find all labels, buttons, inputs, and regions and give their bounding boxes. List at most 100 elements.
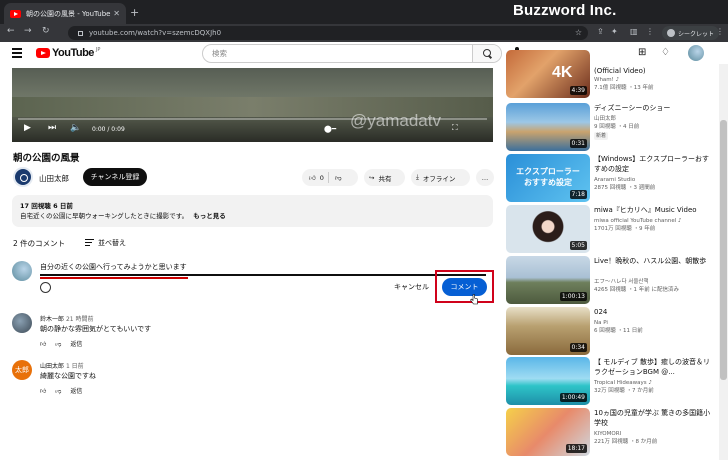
video-title[interactable]: (Official Video) (594, 66, 714, 76)
comment-time: 21 時間前 (65, 316, 94, 323)
channel-name[interactable]: miwa official YouTube channel ♪ (594, 217, 716, 225)
autoplay-toggle-icon[interactable]: ⬤━ (324, 125, 336, 133)
lock-icon (78, 30, 83, 36)
video-thumbnail[interactable]: 5:05 (506, 205, 590, 253)
recommended-video[interactable]: 5:05 miwa『ヒカリへ』Music Video miwa official… (506, 205, 716, 253)
search-box[interactable]: 検索 (202, 44, 502, 63)
browser-tab[interactable]: 朝の公園の風景 - YouTube ✕ (4, 3, 126, 24)
share-page-icon[interactable]: ⇪ (597, 27, 604, 36)
sort-button[interactable]: 並べ替え (85, 238, 126, 248)
thumbs-up-icon[interactable]: 👍︎ (40, 340, 46, 348)
thumbs-down-icon[interactable]: 👎︎ (55, 387, 61, 395)
video-thumbnail[interactable]: エクスプローラー おすすめ設定 7:18 (506, 154, 590, 202)
offline-button[interactable]: ⤓ オフライン (411, 169, 470, 186)
omnibox[interactable]: youtube.com/watch?v=szemcDQXJh0 ☆ (68, 26, 588, 40)
incognito-icon (667, 29, 675, 37)
recommended-video[interactable]: 0:34 024 Na Pi 6 回視聴 ・11 日前 (506, 307, 716, 355)
new-tab-button[interactable]: + (130, 6, 139, 19)
fullscreen-icon[interactable]: ⛶ (452, 123, 458, 133)
video-thumbnail[interactable]: 4K 4:39 (506, 50, 590, 98)
hamburger-menu-icon[interactable] (12, 48, 22, 60)
thumbs-up-icon[interactable]: 👍︎ (40, 387, 46, 395)
channel-name[interactable]: Wham! ♪ (594, 76, 716, 84)
video-thumbnail[interactable]: 0:31 (506, 103, 590, 151)
video-title[interactable]: Live！晩秋の、ハスル公園、朝散歩 (594, 256, 714, 266)
sort-icon (85, 238, 94, 248)
youtube-logo[interactable]: YouTube JP (36, 47, 100, 59)
extension-icon[interactable]: ✦ (611, 27, 618, 36)
incognito-indicator[interactable]: シークレット (662, 26, 720, 40)
channel-name[interactable]: 山田太郎 (594, 115, 716, 123)
my-avatar (12, 261, 32, 281)
channel-avatar[interactable] (13, 167, 33, 187)
forward-icon[interactable]: → (24, 26, 32, 36)
share-button[interactable]: ↪ 共有 (364, 169, 405, 186)
channel-name[interactable]: Tropical Hideaways ♪ (594, 379, 716, 387)
view-stats: 17 回視聴 6 日前 (20, 202, 73, 210)
search-input[interactable]: 検索 (203, 48, 472, 59)
next-icon[interactable]: ⏭ (48, 123, 56, 133)
browser-menu-icon[interactable]: ⋮ (716, 27, 724, 36)
recommended-video[interactable]: 0:31 ディズニーシーのショー 山田太郎 9 回視聴 ・4 日前 新着 (506, 103, 716, 151)
reload-icon[interactable]: ↻ (42, 26, 50, 36)
video-player[interactable]: ▶ ⏭ 🔈 0:00 / 0:09 ⬤━ ⛶ @yamadatv (12, 68, 493, 142)
comment-text: 朝の静かな雰囲気がとてもいいです (40, 325, 152, 333)
recommended-video[interactable]: 18:17 10ヵ国の児童が学ぶ 驚きの多国籍小学校 KIYOMORI 221万… (506, 408, 716, 456)
video-thumbnail[interactable]: 18:17 (506, 408, 590, 456)
like-count: 0 (319, 173, 324, 182)
more-actions-button[interactable]: … (476, 169, 494, 186)
subscribe-button[interactable]: チャンネル登録 (83, 168, 147, 186)
logo-region: JP (95, 47, 101, 53)
thumbs-down-icon[interactable]: 👎︎ (55, 340, 61, 348)
tab-close-icon[interactable]: ✕ (113, 9, 120, 18)
channel-name[interactable]: Ararami Studio (594, 176, 716, 184)
channel-name[interactable]: KIYOMORI (594, 430, 716, 438)
video-thumbnail[interactable]: 0:34 (506, 307, 590, 355)
duration-badge: 1:00:49 (559, 393, 587, 402)
annotation-underline (40, 277, 188, 279)
submit-comment-button[interactable]: コメント (442, 278, 487, 296)
scrollbar-thumb[interactable] (720, 120, 727, 380)
channel-name[interactable]: Na Pi (594, 319, 716, 327)
video-title[interactable]: 【 モルディブ 散歩】癒しの波音＆リラクゼーションBGM @... (594, 357, 714, 377)
video-title[interactable]: 10ヵ国の児童が学ぶ 驚きの多国籍小学校 (594, 408, 714, 428)
back-icon[interactable]: ← (7, 26, 15, 36)
video-title[interactable]: ディズニーシーのショー (594, 103, 714, 113)
comment-author[interactable]: 山田太郎 (40, 363, 64, 370)
dislike-button[interactable]: 👎︎ (329, 174, 348, 182)
description-box[interactable]: 17 回視聴 6 日前 自宅近くの公園に早朝ウォーキングしたときに撮影です。 も… (12, 195, 493, 227)
show-more-link[interactable]: もっと見る (193, 212, 226, 220)
emoji-icon[interactable] (40, 282, 51, 293)
recommended-video[interactable]: 4K 4:39 (Official Video) Wham! ♪ 7.1億 回視… (506, 50, 716, 98)
like-button[interactable]: 👍︎ 0 (302, 172, 329, 183)
video-title: 朝の公園の風景 (13, 153, 80, 164)
recommended-video[interactable]: 1:00:13 Live！晩秋の、ハスル公園、朝散歩 エフ〜ハレ다 서울산책 4… (506, 256, 716, 304)
side-panel-icon[interactable]: ▥ (630, 27, 638, 36)
video-title[interactable]: 【Windows】エクスプローラーおすすめの設定 (594, 154, 714, 174)
volume-icon[interactable]: 🔈 (70, 123, 81, 133)
comment-author[interactable]: 鈴木一郎 (40, 316, 64, 323)
duration-badge: 18:17 (565, 444, 587, 453)
commenter-avatar[interactable]: 太郎 (12, 360, 32, 380)
profile-menu-icon[interactable]: ⋮ (646, 27, 654, 36)
play-icon[interactable]: ▶ (24, 123, 31, 133)
reply-button[interactable]: 返信 (70, 339, 82, 348)
duration-badge: 0:34 (569, 343, 587, 352)
commenter-avatar[interactable] (12, 313, 32, 333)
video-thumbnail[interactable]: 1:00:49 (506, 357, 590, 405)
recommended-video[interactable]: エクスプローラー おすすめ設定 7:18 【Windows】エクスプローラーおす… (506, 154, 716, 202)
new-badge-row: 新着 (594, 132, 716, 140)
video-thumbnail[interactable]: 1:00:13 (506, 256, 590, 304)
sort-label: 並べ替え (98, 239, 126, 247)
search-button[interactable] (472, 45, 501, 62)
bookmark-star-icon[interactable]: ☆ (575, 28, 582, 37)
video-title[interactable]: miwa『ヒカリへ』Music Video (594, 205, 714, 215)
video-title[interactable]: 024 (594, 307, 714, 317)
youtube-play-icon (36, 48, 50, 58)
recommended-video[interactable]: 1:00:49 【 モルディブ 散歩】癒しの波音＆リラクゼーションBGM @..… (506, 357, 716, 405)
reply-button[interactable]: 返信 (70, 386, 82, 395)
channel-name[interactable]: エフ〜ハレ다 서울산책 (594, 278, 716, 286)
cancel-button[interactable]: キャンセル (394, 282, 429, 292)
comment-count: 2 件のコメント (13, 239, 66, 248)
channel-name[interactable]: 山田太郎 (39, 173, 69, 184)
